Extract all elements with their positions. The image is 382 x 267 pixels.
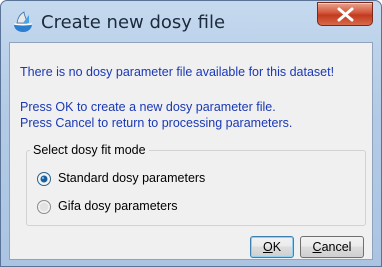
title-bar[interactable]: Create new dosy file	[1, 1, 381, 41]
ok-label-rest: K	[272, 240, 282, 254]
cancel-button[interactable]: Cancel	[300, 236, 364, 258]
dialog-content: There is no dosy parameter file availabl…	[9, 42, 373, 260]
message-line-1: There is no dosy parameter file availabl…	[20, 65, 335, 79]
standard-dosy-radio[interactable]	[36, 171, 52, 187]
dialog-window: Create new dosy file There is no dosy pa…	[0, 0, 382, 267]
gifa-dosy-label[interactable]: Gifa dosy parameters	[58, 199, 178, 213]
close-button[interactable]	[317, 2, 373, 26]
gifa-dosy-radio[interactable]	[36, 199, 52, 215]
close-icon	[337, 7, 354, 22]
message-line-2: Press OK to create a new dosy parameter …	[20, 100, 276, 114]
message-line-3: Press Cancel to return to processing par…	[20, 116, 293, 130]
standard-dosy-label[interactable]: Standard dosy parameters	[58, 171, 205, 185]
fit-mode-groupbox	[26, 150, 366, 226]
fit-mode-group-title: Select dosy fit mode	[30, 143, 149, 157]
ok-mnemonic: O	[262, 240, 273, 254]
window-title: Create new dosy file	[41, 12, 226, 33]
cancel-label-rest: ancel	[321, 240, 352, 254]
ok-button[interactable]: OK	[250, 236, 294, 258]
app-icon	[11, 10, 35, 34]
cancel-mnemonic: C	[312, 240, 322, 254]
